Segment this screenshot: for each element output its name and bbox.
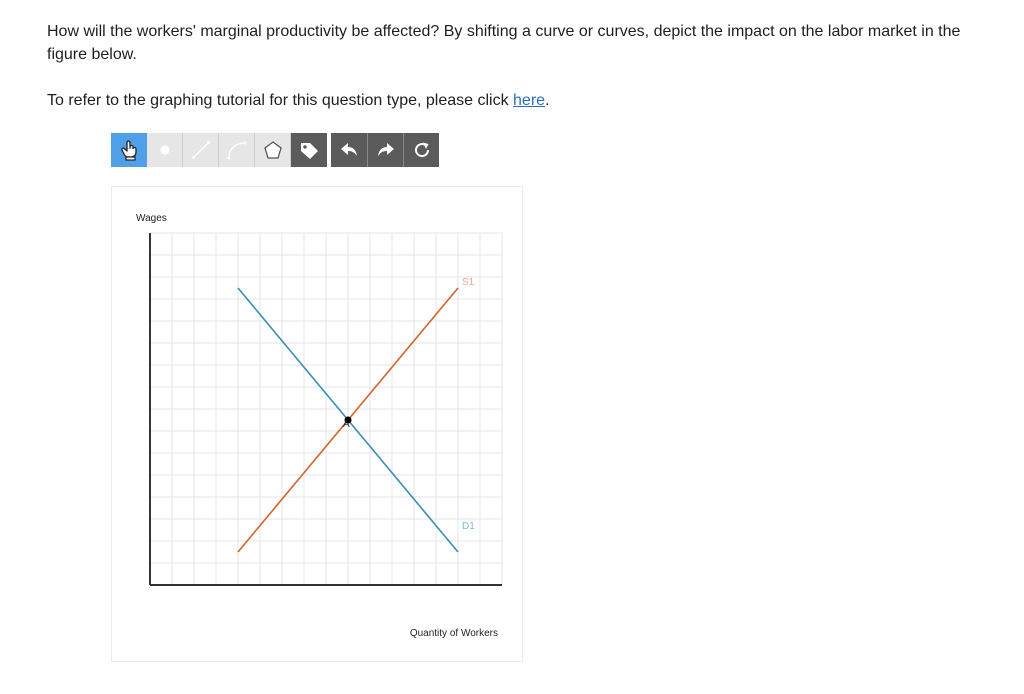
- undo-button[interactable]: [331, 133, 367, 167]
- dot-icon: [160, 145, 169, 155]
- polygon-tool[interactable]: [255, 133, 291, 167]
- redo-button[interactable]: [367, 133, 403, 167]
- curve-tool[interactable]: [219, 133, 255, 167]
- demand-curve-label[interactable]: D1: [462, 521, 475, 532]
- y-axis-label: Wages: [136, 213, 167, 224]
- tutorial-suffix: .: [545, 92, 550, 109]
- tag-icon: [301, 143, 318, 159]
- select-tool[interactable]: [111, 133, 147, 167]
- curve-icon: [227, 141, 246, 160]
- graph-panel: Wages Quantity of Workers S1 D1 A: [111, 186, 523, 662]
- pointer-hand-icon: [121, 140, 137, 161]
- reset-icon: [414, 142, 429, 158]
- supply-curve-label[interactable]: S1: [462, 277, 475, 288]
- tutorial-instruction: To refer to the graphing tutorial for th…: [47, 89, 550, 112]
- tutorial-prefix: To refer to the graphing tutorial for th…: [47, 92, 514, 109]
- tutorial-link[interactable]: here: [513, 92, 545, 109]
- graph-grid: [149, 232, 503, 586]
- undo-arrow-icon: [341, 143, 357, 156]
- drawing-tools-group: [111, 133, 327, 167]
- x-axis-label: Quantity of Workers: [410, 628, 498, 639]
- equilibrium-point-label: A: [343, 419, 350, 430]
- history-tools-group: [331, 133, 439, 167]
- graph-toolbar: [111, 133, 439, 167]
- point-tool[interactable]: [147, 133, 183, 167]
- polygon-icon: [263, 141, 282, 159]
- reset-button[interactable]: [403, 133, 439, 167]
- redo-arrow-icon: [377, 143, 394, 156]
- line-icon: [191, 141, 210, 159]
- label-tool[interactable]: [291, 133, 327, 167]
- labor-market-graph[interactable]: Wages Quantity of Workers S1 D1 A: [112, 187, 522, 661]
- line-tool[interactable]: [183, 133, 219, 167]
- question-text: How will the workers' marginal productiv…: [47, 23, 961, 63]
